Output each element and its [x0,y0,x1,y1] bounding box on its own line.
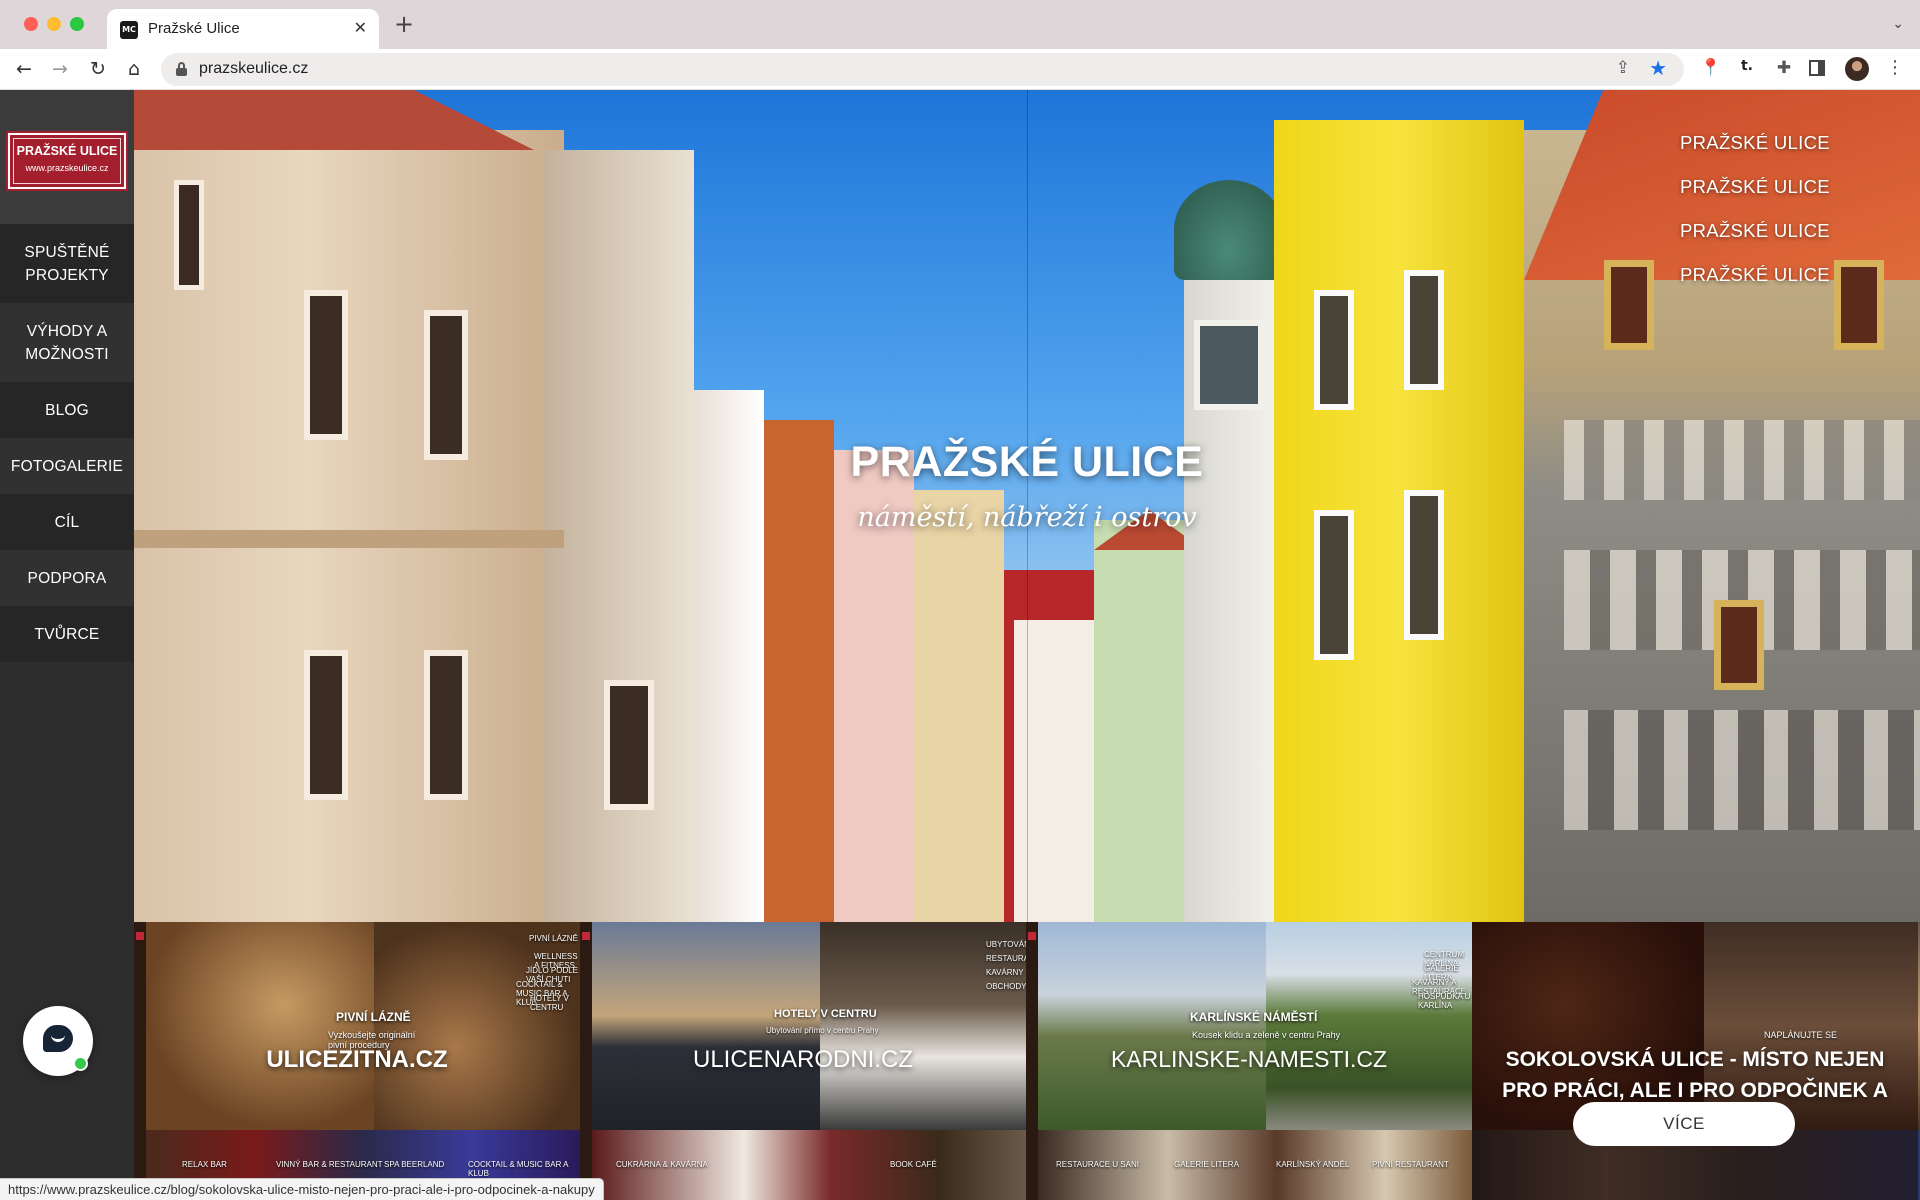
site-logo[interactable]: PRAŽSKÉ ULICE www.prazskeulice.cz [6,131,128,191]
mini-menu-item: PIVNÍ LÁZNĚ [529,934,578,943]
map-pin-extension-icon[interactable]: 📍 [1699,58,1723,78]
side-panel-icon[interactable] [1809,60,1825,76]
tile-inner-text: Ubytování přímo v centru Prahy [766,1026,879,1035]
project-tile-ulicenarodni[interactable]: UBYTOVÁNÍ RESTAURACE KAVÁRNY OBCHODY HOT… [580,922,1026,1200]
tile-caption: ULICENARODNI.CZ [692,1046,914,1073]
mini-menu-item: UBYTOVÁNÍ [986,940,1026,949]
more-vertical-icon[interactable]: ⋮ [1886,57,1904,78]
window-close-button[interactable] [24,17,38,31]
favicon-icon: MC [120,21,138,39]
hero-banner: PRAŽSKÉ ULICE náměstí, nábřeží i ostrov … [134,90,1920,922]
tile-inner-text: Kousek klidu a zeleně v centru Prahy [1192,1030,1341,1040]
logo-title: PRAŽSKÉ ULICE [16,144,118,158]
web-page: PRAŽSKÉ ULICE www.prazskeulice.cz SPUŠTĚ… [0,90,1920,1200]
mini-strip-label: BOOK CAFÉ [890,1160,937,1169]
tile-inner-title: NAPLÁNUJTE SE [1764,1030,1838,1040]
online-status-dot [73,1056,88,1071]
arrow-left-icon[interactable]: ← [10,55,38,83]
mini-strip-label: PIVNÍ RESTAURANT [1372,1160,1449,1169]
home-icon[interactable]: ⌂ [120,55,148,83]
mini-strip-label: KARLÍNSKÝ ANDĚL [1276,1160,1350,1169]
mini-menu-item: OBCHODY [986,982,1026,991]
tab-title: Pražské Ulice [148,20,240,37]
sidebar-item-creator[interactable]: TVŮRCE [0,606,134,662]
mini-menu-item: RESTAURACE [986,954,1026,963]
lock-icon[interactable] [176,62,187,76]
address-bar[interactable]: prazskeulice.cz ⇪ ★ [161,53,1684,86]
browser-toolbar: ← → ↻ ⌂ prazskeulice.cz ⇪ ★ 📍 t. ✚ ⋮ [0,49,1920,90]
translate-extension-icon[interactable]: t. [1735,58,1759,74]
tile-caption: ULICEZITNA.CZ [266,1046,448,1073]
tile-caption: KARLINSKE-NAMESTI.CZ [1110,1046,1388,1072]
window-maximize-button[interactable] [70,17,84,31]
chevron-down-icon[interactable]: ⌄ [1892,16,1904,32]
logo-area: PRAŽSKÉ ULICE www.prazskeulice.cz [0,90,134,224]
tile-inner-title: PIVNÍ LÁZNĚ [336,1010,411,1024]
project-tile-ulicezitna[interactable]: PIVNÍ LÁZNĚ WELLNESS A FITNESS JÍDLO POD… [134,922,580,1200]
mini-menu-item: HOTELY V CENTRU [530,994,569,1012]
chat-launcher-button[interactable] [23,1006,93,1076]
sidebar-menu: SPUŠTĚNÉ PROJEKTY VÝHODY A MOŽNOSTI BLOG… [0,224,134,662]
mini-strip-label: COCKTAIL & MUSIC BAR A KLUB [468,1160,569,1178]
mini-menu-item: HOSPŮDKA U KARLÍNA [1418,992,1471,1010]
tile-photo [146,922,374,1130]
logo-url: www.prazskeulice.cz [25,163,109,173]
avatar[interactable] [1845,57,1869,81]
tile-photo [1038,922,1266,1130]
hero-link-4[interactable]: PRAŽSKÉ ULICE [1680,264,1920,308]
reload-icon[interactable]: ↻ [84,55,112,83]
sidebar-item-gallery[interactable]: FOTOGALERIE [0,438,134,494]
sidebar-item-benefits[interactable]: VÝHODY A MOŽNOSTI [0,303,134,382]
puzzle-icon[interactable]: ✚ [1772,58,1796,78]
project-tile-sokolovska[interactable]: NAPLÁNUJTE SE SOKOLOVSKÁ ULICE - MÍSTO N… [1472,922,1920,1200]
sidebar-item-projects[interactable]: SPUŠTĚNÉ PROJEKTY [0,224,134,303]
hero-link-2[interactable]: PRAŽSKÉ ULICE [1680,176,1920,220]
hero-subtitle: náměstí, nábřeží i ostrov [857,502,1197,533]
sidebar-item-blog[interactable]: BLOG [0,382,134,438]
hero-link-3[interactable]: PRAŽSKÉ ULICE [1680,220,1920,264]
url-text[interactable]: prazskeulice.cz [199,60,308,78]
link-status-bar: https://www.prazskeulice.cz/blog/sokolov… [0,1178,604,1200]
arrow-right-icon[interactable]: → [46,55,74,83]
star-icon[interactable]: ★ [1649,56,1667,80]
mini-strip-label: RELAX BAR [182,1160,227,1169]
mini-strip-label: VINNÝ BAR & RESTAURANT [276,1160,383,1169]
hero-title: PRAŽSKÉ ULICE [850,438,1204,486]
sidebar-item-support[interactable]: PODPORA [0,550,134,606]
more-button[interactable]: VÍCE [1573,1102,1795,1146]
browser-tab[interactable]: MC Pražské Ulice ✕ [107,9,379,49]
mini-menu-item: KAVÁRNY [986,968,1024,977]
tile-inner-title: HOTELY V CENTRU [774,1008,877,1020]
chat-icon [43,1025,73,1052]
project-tiles: PIVNÍ LÁZNĚ WELLNESS A FITNESS JÍDLO POD… [134,922,1920,1200]
share-icon[interactable]: ⇪ [1616,58,1630,78]
mini-strip-label: GALERIE LITERA [1174,1160,1239,1169]
new-tab-icon[interactable]: + [394,12,414,36]
hero-link-1[interactable]: PRAŽSKÉ ULICE [1680,132,1920,176]
project-tile-karlinske-namesti[interactable]: CENTRUM KARLÍNA GALERIE LITERA KAVÁRNY A… [1026,922,1472,1200]
mini-strip-label: SPA BEERLAND [384,1160,445,1169]
browser-tab-bar: MC Pražské Ulice ✕ + ⌄ [0,0,1920,49]
window-minimize-button[interactable] [47,17,61,31]
mini-strip-label: RESTAURACE U SANI [1056,1160,1139,1169]
sidebar-item-goal[interactable]: CÍL [0,494,134,550]
mini-strip-label: CUKRÁRNA & KAVÁRNA [616,1160,708,1169]
hero-nav: PRAŽSKÉ ULICE PRAŽSKÉ ULICE PRAŽSKÉ ULIC… [1680,132,1920,308]
tile-inner-title: KARLÍNSKÉ NÁMĚSTÍ [1190,1010,1318,1024]
tab-close-icon[interactable]: ✕ [354,18,367,37]
